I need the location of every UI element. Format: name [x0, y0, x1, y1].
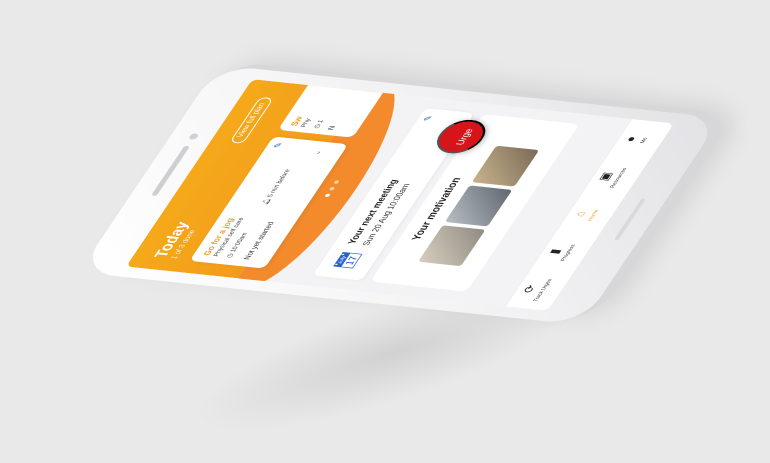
tab-progress[interactable]: ▮ Progress	[537, 234, 583, 270]
app-screen: Today 1 of 3 done View full plan ✎ Go fo…	[126, 79, 674, 311]
tab-resources[interactable]: ▣ Resources	[587, 159, 633, 195]
tab-label: Me	[639, 137, 650, 144]
tab-track-urges[interactable]: ⟳ Track Urges	[512, 272, 558, 308]
front-camera	[187, 133, 200, 140]
task-status-select[interactable]: N	[327, 125, 337, 130]
task-time-value: 1	[317, 119, 326, 124]
task-time: ◷ 1	[312, 120, 325, 129]
motivation-photo[interactable]	[471, 145, 540, 187]
calendar-icon: 📅︎	[330, 249, 366, 271]
edit-pencil-icon[interactable]: ✎	[272, 142, 285, 149]
home-icon: ⌂	[572, 210, 590, 218]
stage: Today 1 of 3 done View full plan ✎ Go fo…	[0, 0, 770, 463]
task-reminder: 🔔︎ 5 min before	[261, 169, 292, 205]
edit-pencil-icon[interactable]: ✎	[422, 115, 435, 122]
tab-me[interactable]: ● Me	[613, 122, 659, 158]
phone-body: Today 1 of 3 done View full plan ✎ Go fo…	[78, 64, 722, 326]
clock-icon: ◷	[226, 251, 237, 259]
task-status-select[interactable]: Not yet started	[243, 222, 276, 261]
clock-icon: ◷	[313, 122, 324, 129]
bar-chart-icon: ▮	[547, 248, 564, 255]
tab-home[interactable]: ⌂ Home	[562, 197, 608, 233]
person-icon: ●	[623, 135, 640, 143]
bell-icon: 🔔︎	[261, 196, 274, 206]
phone-device: Today 1 of 3 done View full plan ✎ Go fo…	[78, 64, 722, 326]
chevron-down-icon[interactable]: ⌄	[312, 150, 324, 156]
task-reminder-value: 5 min before	[267, 169, 293, 198]
